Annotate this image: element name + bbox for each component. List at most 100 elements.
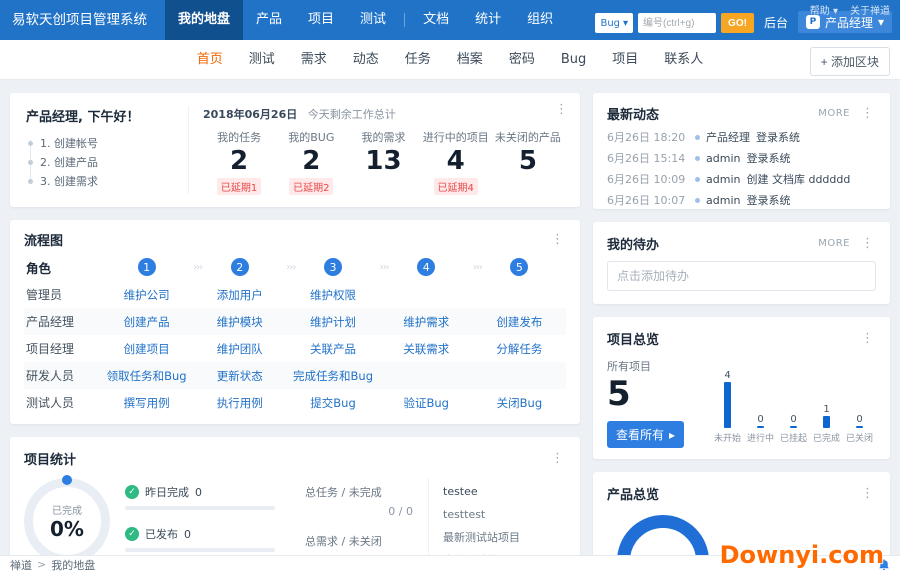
flow-action-link[interactable]: 执行用例 — [217, 396, 263, 410]
breadcrumb-separator: > — [37, 558, 46, 571]
news-item[interactable]: 6月26日 18:20 产品经理 登录系统 — [607, 127, 876, 148]
stat-open-products[interactable]: 未关闭的产品 5 — [492, 129, 564, 195]
project-list-item[interactable]: testtest — [443, 503, 566, 526]
stat-label: 进行中的项目 — [420, 129, 492, 145]
flow-action-link[interactable]: 领取任务和Bug — [107, 369, 187, 383]
stat-row: 我的任务 2 已延期1 我的BUG 2 已延期2 我的需求 13 — [203, 129, 564, 195]
bar-value: 0 — [757, 414, 763, 425]
card-menu-icon[interactable]: ⋮ — [549, 451, 566, 466]
flow-action-link[interactable]: 分解任务 — [496, 342, 542, 356]
flow-action-link[interactable]: 创建产品 — [124, 315, 170, 329]
help-link[interactable]: 帮助 ▾ — [810, 2, 838, 17]
project-status-bar-chart: 4 未开始 0 进行中 0 已挂起 — [711, 356, 876, 444]
flow-action-link[interactable]: 完成任务和Bug — [293, 369, 373, 383]
role-label: 研发人员 — [24, 367, 100, 384]
step-create-account[interactable]: 1. 创建帐号 — [40, 134, 174, 153]
news-item[interactable]: 6月26日 10:07 admin 登录系统 — [607, 190, 876, 211]
flow-action-link[interactable]: 维护需求 — [403, 315, 449, 329]
flow-action-link[interactable]: 维护团队 — [217, 342, 263, 356]
project-list-item[interactable]: testee — [443, 480, 566, 503]
stat-my-stories[interactable]: 我的需求 13 — [347, 129, 419, 195]
flow-action-link[interactable]: 关联需求 — [403, 342, 449, 356]
flow-action-link[interactable]: 提交Bug — [310, 396, 355, 410]
search-type-select[interactable]: Bug ▾ — [595, 13, 633, 33]
role-label: 管理员 — [24, 286, 100, 303]
nav-doc[interactable]: 文档 — [410, 0, 462, 40]
admin-link[interactable]: 后台 — [759, 13, 793, 33]
news-item[interactable]: 6月26日 15:14 admin 登录系统 — [607, 148, 876, 169]
subnav-contacts[interactable]: 联系人 — [651, 40, 716, 80]
view-all-label: 查看所有 — [616, 426, 664, 443]
flow-action-link[interactable]: 添加用户 — [217, 288, 263, 302]
nav-product[interactable]: 产品 — [243, 0, 295, 40]
stat-active-projects[interactable]: 进行中的项目 4 已延期4 — [420, 129, 492, 195]
chevron-down-icon: ▾ — [833, 6, 838, 17]
search-input[interactable] — [638, 13, 716, 33]
latest-news-card: 最新动态 MORE ⋮ 6月26日 18:20 产品经理 登录系统 6月26日 … — [593, 93, 890, 209]
news-item[interactable]: 6月26日 10:09 admin 创建 文档库 dddddd — [607, 169, 876, 190]
add-todo-input[interactable] — [607, 261, 876, 291]
subnav-story[interactable]: 需求 — [288, 40, 340, 80]
flow-action-link[interactable]: 验证Bug — [403, 396, 448, 410]
flow-action-link[interactable]: 维护权限 — [310, 288, 356, 302]
stat-my-tasks[interactable]: 我的任务 2 已延期1 — [203, 129, 275, 195]
card-menu-icon[interactable]: ⋮ — [859, 106, 876, 121]
flow-action-link[interactable]: 关联产品 — [310, 342, 356, 356]
flow-action-link[interactable]: 创建项目 — [124, 342, 170, 356]
card-menu-icon[interactable]: ⋮ — [859, 486, 876, 501]
nav-my-dashboard[interactable]: 我的地盘 — [165, 0, 243, 40]
flow-row-product-manager: 产品经理 创建产品 维护模块 维护计划 维护需求 创建发布 — [24, 308, 566, 335]
project-overview-card: 项目总览 ⋮ 所有项目 5 查看所有 ▸ 4 — [593, 317, 890, 459]
go-button[interactable]: GO! — [721, 13, 754, 33]
news-action: 创建 文档库 dddddd — [746, 169, 850, 190]
bar-label: 已关闭 — [846, 431, 873, 444]
more-link[interactable]: MORE — [818, 108, 850, 119]
card-menu-icon[interactable]: ⋮ — [859, 236, 876, 251]
flow-action-link[interactable]: 关闭Bug — [497, 396, 542, 410]
flow-action-link[interactable]: 维护计划 — [310, 315, 356, 329]
news-actor: admin — [706, 190, 740, 211]
view-all-button[interactable]: 查看所有 ▸ — [607, 421, 684, 448]
subnav-test[interactable]: 测试 — [236, 40, 288, 80]
subnav-dynamic[interactable]: 动态 — [340, 40, 392, 80]
subnav-bug[interactable]: Bug — [548, 40, 599, 80]
flow-action-link[interactable]: 撰写用例 — [124, 396, 170, 410]
flow-action-link[interactable]: 创建发布 — [496, 315, 542, 329]
add-block-button[interactable]: + 添加区块 — [810, 47, 890, 76]
about-link[interactable]: 关于禅道 — [850, 2, 890, 17]
metric-label: 昨日完成 — [145, 484, 189, 500]
nav-stats[interactable]: 统计 — [462, 0, 514, 40]
subnav-doc[interactable]: 档案 — [444, 40, 496, 80]
subnav-project[interactable]: 项目 — [599, 40, 651, 80]
sub-navbar: 首页 测试 需求 动态 任务 档案 密码 Bug 项目 联系人 + 添加区块 — [0, 40, 900, 80]
news-actor: 产品经理 — [706, 127, 750, 148]
metric-finished-yesterday: ✓ 昨日完成 0 — [125, 484, 290, 510]
more-link[interactable]: MORE — [818, 238, 850, 249]
nav-test[interactable]: 测试 — [347, 0, 399, 40]
stat-value: 5 — [492, 146, 564, 176]
search-type-value: Bug — [600, 18, 620, 29]
flow-action-link[interactable]: 更新状态 — [217, 369, 263, 383]
metric-value: 0 — [184, 528, 191, 541]
todo-card: 我的待办 MORE ⋮ — [593, 222, 890, 304]
breadcrumb-current: 我的地盘 — [51, 557, 95, 573]
card-menu-icon[interactable]: ⋮ — [553, 102, 570, 117]
donut-value: 0% — [50, 517, 84, 541]
card-menu-icon[interactable]: ⋮ — [549, 232, 566, 247]
chart-bar-notstarted: 4 未开始 — [711, 370, 744, 444]
subnav-home[interactable]: 首页 — [184, 40, 236, 80]
flow-action-link[interactable]: 维护模块 — [217, 315, 263, 329]
card-menu-icon[interactable]: ⋮ — [859, 331, 876, 346]
completion-donut-chart: 已完成 0% — [24, 478, 110, 564]
subnav-password[interactable]: 密码 — [496, 40, 548, 80]
nav-org[interactable]: 组织 — [514, 0, 566, 40]
step-create-product[interactable]: 2. 创建产品 — [40, 153, 174, 172]
nav-project[interactable]: 项目 — [295, 0, 347, 40]
breadcrumb-home[interactable]: 禅道 — [10, 557, 32, 573]
stat-my-bugs[interactable]: 我的BUG 2 已延期2 — [275, 129, 347, 195]
flow-action-link[interactable]: 维护公司 — [124, 288, 170, 302]
progress-bar — [125, 548, 275, 552]
step-create-story[interactable]: 3. 创建需求 — [40, 172, 174, 191]
project-list-item[interactable]: 最新测试站项目 — [443, 526, 566, 549]
subnav-task[interactable]: 任务 — [392, 40, 444, 80]
